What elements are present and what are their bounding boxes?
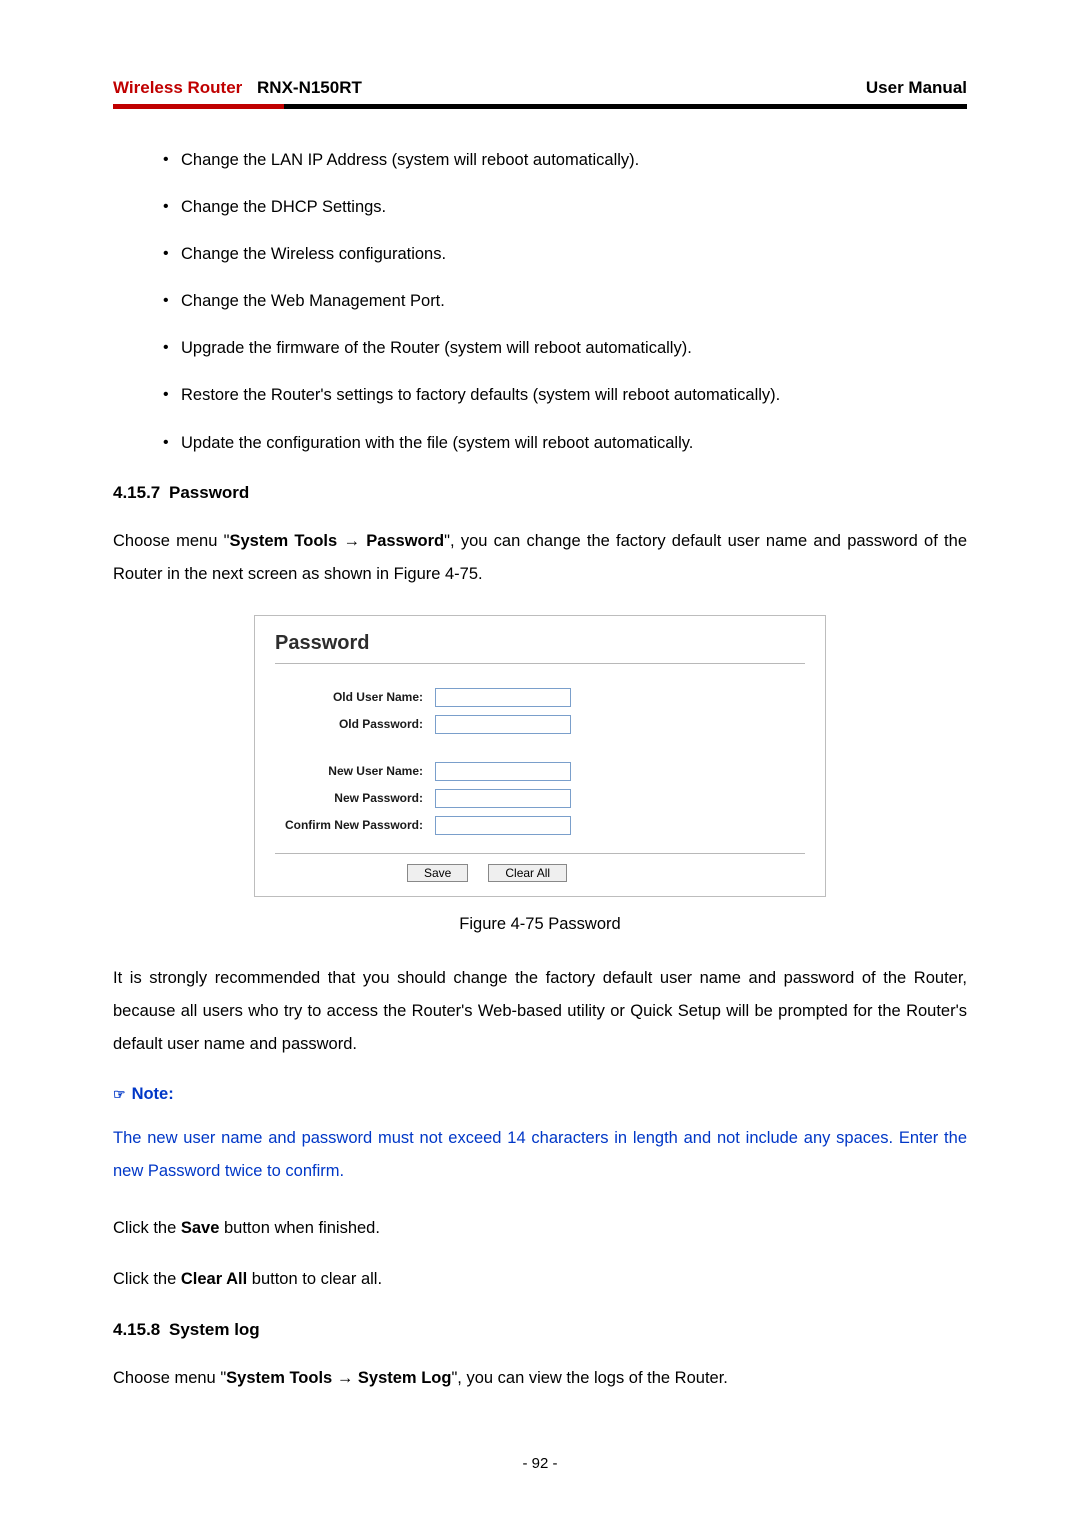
text: Click the (113, 1219, 181, 1237)
form-row-old-user: Old User Name: (275, 688, 805, 707)
bullet-icon: • (161, 432, 181, 454)
choose-menu-paragraph: Choose menu "System Tools → Password", y… (113, 525, 967, 591)
arrow-icon: → (337, 532, 366, 550)
section-heading-systemlog: 4.15.8 System log (113, 1320, 967, 1340)
product-title: Wireless Router RNX-N150RT (113, 78, 362, 98)
menu-path-1: System Tools (229, 532, 337, 550)
input-new-pass[interactable] (435, 789, 571, 808)
click-clear-paragraph: Click the Clear All button to clear all. (113, 1263, 967, 1296)
save-bold: Save (181, 1219, 220, 1237)
section-title: System log (169, 1320, 260, 1339)
input-old-pass[interactable] (435, 715, 571, 734)
list-item: •Restore the Router's settings to factor… (161, 384, 967, 407)
bullet-icon: • (161, 243, 181, 265)
section-heading-password: 4.15.7 Password (113, 483, 967, 503)
clear-all-bold: Clear All (181, 1270, 247, 1288)
bullet-icon: • (161, 149, 181, 171)
save-button[interactable]: Save (407, 864, 468, 882)
menu-path-2: System Log (358, 1369, 452, 1387)
label-old-pass: Old Password: (275, 717, 435, 731)
menu-path-2: Password (366, 532, 444, 550)
page-number: - 92 - (113, 1455, 967, 1472)
form-row-confirm: Confirm New Password: (275, 816, 805, 835)
list-item: •Upgrade the firmware of the Router (sys… (161, 337, 967, 360)
bullet-text: Update the configuration with the file (… (181, 432, 693, 455)
password-panel: Password Old User Name: Old Password: Ne… (254, 615, 826, 897)
bullet-icon: • (161, 290, 181, 312)
section-number: 4.15.8 (113, 1320, 160, 1339)
product-red: Wireless Router (113, 78, 242, 97)
note-label: Note: (132, 1085, 174, 1104)
panel-title: Password (275, 632, 805, 655)
figure-password-panel: Password Old User Name: Old Password: Ne… (254, 615, 826, 934)
bullet-icon: • (161, 337, 181, 359)
choose-menu-systemlog: Choose menu "System Tools → System Log",… (113, 1362, 967, 1395)
text: button when finished. (219, 1219, 380, 1237)
bullet-text: Change the Web Management Port. (181, 290, 445, 313)
text: Choose menu " (113, 532, 229, 550)
click-save-paragraph: Click the Save button when finished. (113, 1212, 967, 1245)
label-confirm: Confirm New Password: (275, 818, 435, 832)
bullet-list: •Change the LAN IP Address (system will … (113, 149, 967, 455)
arrow-icon: → (332, 1369, 358, 1387)
panel-button-row: Save Clear All (275, 864, 805, 882)
list-item: •Change the Wireless configurations. (161, 243, 967, 266)
label-new-user: New User Name: (275, 764, 435, 778)
recommendation-paragraph: It is strongly recommended that you shou… (113, 962, 967, 1061)
header-divider (113, 104, 967, 109)
note-body: The new user name and password must not … (113, 1122, 967, 1188)
form-row-new-user: New User Name: (275, 762, 805, 781)
bullet-icon: • (161, 384, 181, 406)
input-confirm[interactable] (435, 816, 571, 835)
bullet-text: Upgrade the firmware of the Router (syst… (181, 337, 692, 360)
label-new-pass: New Password: (275, 791, 435, 805)
header-right: User Manual (866, 78, 967, 98)
note-heading: ☞ Note: (113, 1085, 967, 1104)
bullet-text: Change the DHCP Settings. (181, 196, 386, 219)
menu-path-1: System Tools (226, 1369, 332, 1387)
bullet-icon: • (161, 196, 181, 218)
input-old-user[interactable] (435, 688, 571, 707)
list-item: •Change the LAN IP Address (system will … (161, 149, 967, 172)
input-new-user[interactable] (435, 762, 571, 781)
form-row-new-pass: New Password: (275, 789, 805, 808)
figure-caption: Figure 4-75 Password (254, 915, 826, 934)
list-item: •Change the DHCP Settings. (161, 196, 967, 219)
panel-divider (275, 853, 805, 854)
form-row-old-pass: Old Password: (275, 715, 805, 734)
panel-divider (275, 663, 805, 664)
bullet-text: Change the LAN IP Address (system will r… (181, 149, 639, 172)
clear-all-button[interactable]: Clear All (488, 864, 567, 882)
bullet-text: Change the Wireless configurations. (181, 243, 446, 266)
page-header: Wireless Router RNX-N150RT User Manual (113, 78, 967, 98)
label-old-user: Old User Name: (275, 690, 435, 704)
text: Choose menu " (113, 1369, 226, 1387)
section-number: 4.15.7 (113, 483, 160, 502)
bullet-text: Restore the Router's settings to factory… (181, 384, 780, 407)
list-item: •Change the Web Management Port. (161, 290, 967, 313)
section-title: Password (169, 483, 249, 502)
text: Click the (113, 1270, 181, 1288)
text: ", you can view the logs of the Router. (451, 1369, 727, 1387)
product-model: RNX-N150RT (257, 78, 362, 97)
list-item: •Update the configuration with the file … (161, 432, 967, 455)
pointing-hand-icon: ☞ (113, 1086, 126, 1103)
text: button to clear all. (247, 1270, 382, 1288)
